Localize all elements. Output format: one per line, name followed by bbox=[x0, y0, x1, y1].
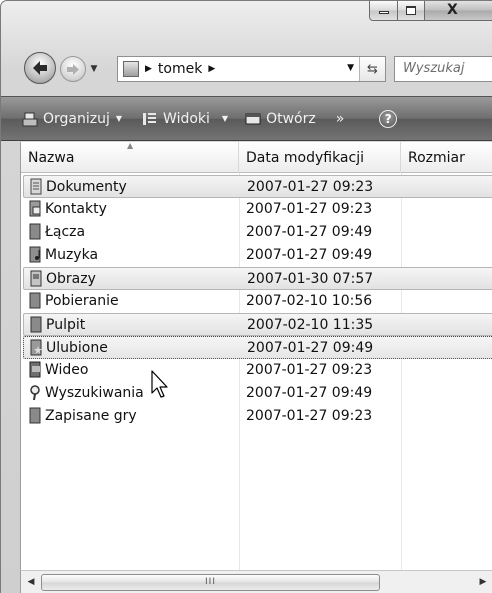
music-folder-icon bbox=[29, 246, 41, 263]
minimize-icon bbox=[379, 11, 389, 14]
file-date-modified: 2007-01-27 09:49 bbox=[246, 385, 373, 401]
chevron-right-icon[interactable]: ▶ bbox=[145, 64, 152, 74]
address-bar[interactable]: ▶ tomek ▶ ▼ ⇆ bbox=[117, 56, 386, 82]
horizontal-scrollbar[interactable]: ◀ III ▶ bbox=[20, 570, 492, 593]
command-toolbar: Organizuj ▼ Widoki ▼ Otwórz » ? bbox=[1, 96, 492, 141]
desktop-folder-icon bbox=[30, 316, 42, 333]
list-item[interactable]: Pulpit 2007-02-10 11:35 bbox=[23, 313, 492, 336]
column-size-label: Rozmiar bbox=[408, 150, 465, 166]
file-date-modified: 2007-01-27 09:49 bbox=[247, 340, 374, 356]
list-item[interactable]: Ulubione 2007-01-27 09:49 bbox=[23, 336, 492, 359]
contacts-folder-icon bbox=[29, 200, 41, 217]
help-icon: ? bbox=[379, 109, 398, 128]
scroll-right-icon[interactable]: ▶ bbox=[473, 571, 492, 593]
organize-icon bbox=[22, 112, 38, 126]
more-commands-button[interactable]: » bbox=[336, 97, 345, 140]
forward-button[interactable] bbox=[60, 56, 86, 82]
column-size[interactable]: Rozmiar bbox=[401, 142, 492, 173]
mouse-cursor-icon bbox=[151, 370, 168, 398]
forward-arrow-icon bbox=[67, 63, 79, 75]
column-name-label: Nazwa bbox=[28, 150, 75, 166]
list-item[interactable]: Wyszukiwania 2007-01-27 09:49 bbox=[23, 382, 492, 405]
list-item[interactable]: Łącza 2007-01-27 09:49 bbox=[23, 221, 492, 244]
list-item[interactable]: Muzyka 2007-01-27 09:49 bbox=[23, 244, 492, 267]
file-name: Łącza bbox=[45, 224, 86, 240]
column-name[interactable]: ▲ Nazwa bbox=[21, 141, 239, 173]
maximize-button[interactable] bbox=[398, 1, 425, 21]
sort-ascending-icon: ▲ bbox=[127, 141, 134, 150]
file-name: Pulpit bbox=[46, 317, 86, 333]
list-item[interactable]: Kontakty 2007-01-27 09:23 bbox=[23, 198, 492, 221]
videos-folder-icon bbox=[29, 361, 41, 378]
file-date-modified: 2007-01-27 09:23 bbox=[246, 201, 373, 217]
list-item[interactable]: Obrazy 2007-01-30 07:57 bbox=[23, 267, 492, 290]
recent-pages-dropdown-icon[interactable]: ▼ bbox=[88, 62, 100, 76]
file-list[interactable]: ▲ Nazwa Data modyfikacji Rozmiar Dokumen… bbox=[20, 141, 492, 570]
refresh-icon: ⇆ bbox=[367, 61, 378, 77]
column-header: ▲ Nazwa Data modyfikacji Rozmiar bbox=[21, 141, 492, 173]
views-icon bbox=[143, 112, 157, 125]
list-item[interactable]: Wideo 2007-01-27 09:23 bbox=[23, 359, 492, 382]
file-date-modified: 2007-01-27 09:23 bbox=[246, 408, 373, 424]
column-date-modified[interactable]: Data modyfikacji bbox=[239, 142, 401, 173]
explorer-window: X ▼ ▶ tomek ▶ ▼ ⇆ Wyszukaj Organizuj ▼ W… bbox=[0, 0, 492, 593]
scroll-left-icon[interactable]: ◀ bbox=[21, 571, 41, 593]
organize-button[interactable]: Organizuj ▼ bbox=[22, 97, 122, 140]
links-folder-icon bbox=[29, 223, 41, 240]
caption-buttons: X bbox=[369, 1, 492, 21]
file-date-modified: 2007-01-27 09:49 bbox=[246, 247, 373, 263]
pictures-folder-icon bbox=[30, 270, 42, 287]
help-button[interactable]: ? bbox=[379, 97, 398, 140]
back-arrow-icon bbox=[33, 61, 47, 75]
open-icon bbox=[245, 113, 261, 124]
downloads-folder-icon bbox=[29, 292, 41, 309]
search-input[interactable]: Wyszukaj bbox=[394, 56, 492, 82]
chevron-right-icon[interactable]: ▶ bbox=[208, 64, 215, 74]
file-date-modified: 2007-01-27 09:23 bbox=[247, 179, 374, 195]
file-name: Ulubione bbox=[46, 340, 108, 356]
minimize-button[interactable] bbox=[369, 1, 398, 21]
close-icon: X bbox=[447, 2, 458, 18]
file-name: Muzyka bbox=[45, 247, 99, 263]
file-name: Pobieranie bbox=[45, 293, 119, 309]
list-item[interactable]: Pobieranie 2007-02-10 10:56 bbox=[23, 290, 492, 313]
chevron-down-icon: ▼ bbox=[221, 114, 229, 123]
refresh-button[interactable]: ⇆ bbox=[359, 57, 385, 81]
organize-label: Organizuj bbox=[43, 110, 110, 127]
scrollbar-thumb[interactable]: III bbox=[41, 574, 380, 591]
column-date-label: Data modyfikacji bbox=[246, 150, 364, 166]
file-name: Zapisane gry bbox=[45, 408, 137, 424]
file-date-modified: 2007-01-27 09:49 bbox=[246, 224, 373, 240]
saved-games-folder-icon bbox=[29, 407, 41, 424]
file-date-modified: 2007-02-10 11:35 bbox=[247, 317, 374, 333]
file-name: Dokumenty bbox=[46, 179, 127, 195]
file-name: Kontakty bbox=[45, 201, 107, 217]
maximize-icon bbox=[406, 6, 416, 15]
file-date-modified: 2007-01-30 07:57 bbox=[247, 271, 374, 287]
back-button[interactable] bbox=[24, 52, 56, 84]
documents-folder-icon bbox=[30, 178, 42, 195]
chevron-down-icon: ▼ bbox=[115, 114, 123, 123]
folder-location-icon bbox=[123, 61, 139, 77]
address-dropdown-icon[interactable]: ▼ bbox=[347, 63, 354, 73]
breadcrumb-tomek[interactable]: tomek bbox=[158, 61, 202, 77]
favorites-folder-icon bbox=[30, 339, 42, 356]
file-name: Wideo bbox=[45, 362, 89, 378]
close-button[interactable]: X bbox=[425, 1, 492, 21]
file-date-modified: 2007-01-27 09:23 bbox=[246, 362, 373, 378]
file-date-modified: 2007-02-10 10:56 bbox=[246, 293, 373, 309]
list-item[interactable]: Dokumenty 2007-01-27 09:23 bbox=[23, 175, 492, 198]
list-item[interactable]: Zapisane gry 2007-01-27 09:23 bbox=[23, 405, 492, 428]
chevron-double-right-icon: » bbox=[335, 110, 345, 127]
views-label: Widoki bbox=[163, 110, 210, 127]
file-name: Obrazy bbox=[46, 271, 96, 287]
open-button[interactable]: Otwórz bbox=[245, 97, 316, 140]
open-label: Otwórz bbox=[266, 110, 316, 127]
views-button[interactable]: Widoki ▼ bbox=[142, 97, 228, 140]
searches-folder-icon bbox=[30, 385, 40, 401]
file-name: Wyszukiwania bbox=[45, 385, 144, 401]
